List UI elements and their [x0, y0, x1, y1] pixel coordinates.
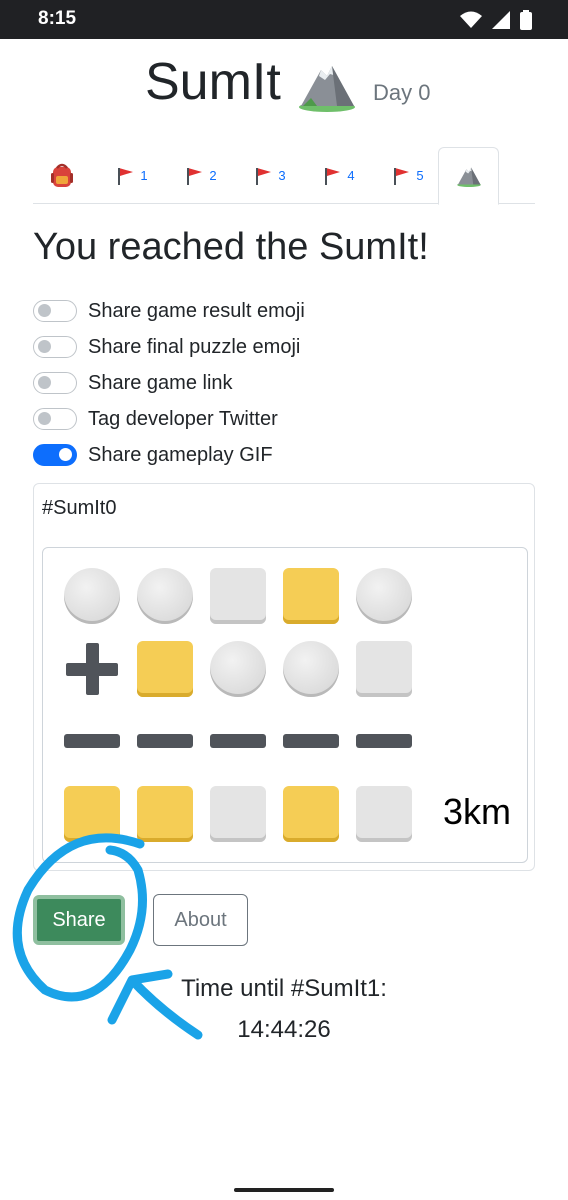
tab-flag-3[interactable]: 3 [245, 147, 295, 204]
tab-flag-1[interactable]: 1 [107, 147, 157, 204]
gray-square-tile [356, 641, 412, 697]
circle-tile [210, 641, 266, 697]
home-indicator [234, 1188, 334, 1192]
yellow-square-tile [137, 641, 193, 697]
tab-label: 2 [209, 168, 217, 183]
plus-tile [64, 641, 120, 697]
tab-label: 1 [140, 168, 148, 183]
result-heading: You reached the SumIt! [33, 226, 429, 268]
option-tag-developer[interactable]: Tag developer Twitter [33, 404, 433, 434]
option-label: Share final puzzle emoji [88, 335, 301, 358]
tab-label: 4 [347, 168, 355, 183]
tab-label: 5 [416, 168, 424, 183]
yellow-square-tile [283, 786, 339, 842]
mountain-icon [299, 66, 355, 112]
minus-tile [356, 734, 412, 748]
mountain-icon [456, 167, 481, 187]
result-hashtag: #SumIt0 [42, 497, 117, 519]
toggle-switch[interactable] [33, 300, 77, 322]
option-share-gif[interactable]: Share gameplay GIF [33, 440, 433, 470]
minus-tile [137, 734, 193, 748]
signal-icon [492, 11, 510, 29]
tab-flag-5[interactable]: 5 [383, 147, 433, 204]
backpack-icon [51, 163, 73, 187]
tab-summit[interactable] [438, 147, 499, 205]
circle-tile [356, 568, 412, 624]
flag-icon [187, 167, 203, 185]
battery-icon [520, 10, 532, 30]
annotation-circle-arrow [12, 833, 203, 1040]
status-bar: 8:15 [0, 0, 568, 39]
circle-tile [283, 641, 339, 697]
tab-backpack[interactable] [39, 147, 89, 204]
gray-square-tile [356, 786, 412, 842]
yellow-square-tile [283, 568, 339, 624]
tab-flag-2[interactable]: 2 [176, 147, 226, 204]
wifi-icon [460, 11, 482, 28]
flag-icon [394, 167, 410, 185]
option-share-game-link[interactable]: Share game link [33, 368, 433, 398]
option-label: Share gameplay GIF [88, 443, 273, 466]
distance-label: 3km [443, 791, 512, 832]
toggle-switch[interactable] [33, 372, 77, 394]
status-time: 8:15 [38, 8, 77, 29]
flag-icon [256, 167, 272, 185]
app-title: SumIt [145, 53, 281, 111]
minus-tile [64, 734, 120, 748]
option-label: Share game result emoji [88, 299, 305, 322]
option-label: Tag developer Twitter [88, 407, 278, 430]
app-header: SumIt Day 0 [0, 50, 568, 120]
toggle-switch[interactable] [33, 444, 77, 466]
toggle-switch[interactable] [33, 336, 77, 358]
option-label: Share game link [88, 371, 233, 394]
status-icons [460, 10, 532, 30]
flag-icon [325, 167, 341, 185]
gray-square-tile [210, 568, 266, 624]
result-card: #SumIt0 3km [33, 483, 535, 871]
result-grid: 3km [42, 547, 528, 863]
toggle-switch[interactable] [33, 408, 77, 430]
circle-tile [137, 568, 193, 624]
tab-bar: 1 2 3 4 5 [33, 147, 535, 205]
day-label: Day 0 [373, 80, 431, 105]
circle-tile [64, 568, 120, 624]
flag-icon [118, 167, 134, 185]
minus-tile [210, 734, 266, 748]
tab-label: 3 [278, 168, 286, 183]
option-share-puzzle-emoji[interactable]: Share final puzzle emoji [33, 332, 433, 362]
option-share-result-emoji[interactable]: Share game result emoji [33, 296, 433, 326]
tab-flag-4[interactable]: 4 [314, 147, 364, 204]
minus-tile [283, 734, 339, 748]
